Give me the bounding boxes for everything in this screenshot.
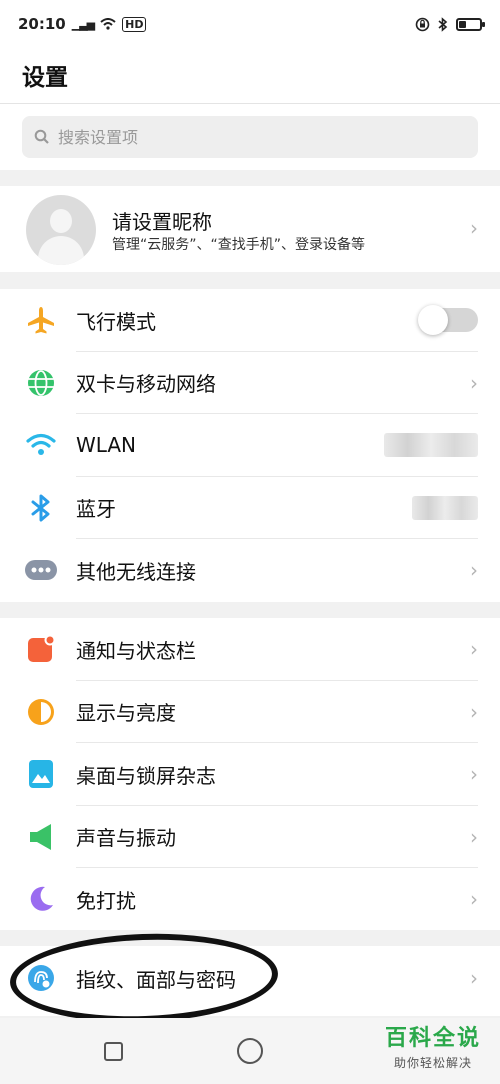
chevron-right-icon: › (470, 887, 478, 912)
chevron-right-icon: › (470, 762, 478, 787)
chevron-right-icon: › (470, 370, 478, 395)
airplane-icon (24, 303, 58, 337)
search-section (0, 104, 500, 170)
moon-icon (24, 882, 58, 916)
chevron-right-icon: › (470, 824, 478, 849)
status-left: 20:10 ▁▃▅ HD (18, 15, 147, 33)
settings-item-bluetooth[interactable]: 蓝牙 (0, 477, 500, 539)
settings-item-wlan[interactable]: WLAN (0, 414, 500, 477)
header: 设置 (0, 48, 500, 104)
chevron-right-icon: › (470, 637, 478, 662)
lock-rotation-icon (415, 17, 430, 31)
bluetooth-device-redacted (412, 495, 478, 520)
settings-item-do-not-disturb[interactable]: 免打扰 › (0, 868, 500, 931)
settings-item-label: 其他无线连接 (76, 559, 196, 584)
more-dots-icon (24, 553, 58, 587)
wifi-status-icon (100, 18, 116, 30)
speaker-icon (24, 820, 58, 854)
settings-item-label: 桌面与锁屏杂志 (76, 763, 216, 788)
brightness-icon (24, 695, 58, 729)
wifi-icon (24, 428, 58, 462)
chevron-right-icon: › (470, 966, 478, 990)
chevron-right-icon: › (470, 558, 478, 583)
connectivity-group: 飞行模式 双卡与移动网络 › WLAN 蓝牙 其他无线连接 › (0, 289, 500, 602)
avatar[interactable] (26, 195, 96, 265)
bluetooth-status-icon (438, 16, 448, 32)
search-input[interactable] (58, 127, 438, 147)
search-icon (34, 129, 49, 144)
watermark-title: 百科全说 (384, 1026, 481, 1051)
page-title: 设置 (22, 65, 68, 91)
settings-item-label: 双卡与移动网络 (76, 372, 216, 397)
settings-item-other-wireless[interactable]: 其他无线连接 › (0, 539, 500, 602)
wlan-network-name-redacted (384, 433, 478, 458)
status-time: 20:10 (18, 15, 66, 33)
settings-item-label: 飞行模式 (76, 309, 156, 334)
profile-card[interactable]: 请设置昵称 管理“云服务”、“查找手机”、登录设备等 › (0, 186, 500, 272)
status-right (415, 16, 485, 32)
chevron-right-icon: › (470, 216, 478, 240)
home-button[interactable] (237, 1038, 263, 1064)
airplane-mode-toggle[interactable] (418, 305, 478, 336)
wallpaper-icon (24, 757, 58, 791)
settings-item-notifications[interactable]: 通知与状态栏 › (0, 618, 500, 681)
settings-item-label: WLAN (76, 433, 137, 458)
globe-icon (24, 366, 58, 400)
search-bar[interactable] (22, 116, 478, 158)
settings-item-label: 蓝牙 (76, 497, 116, 522)
chevron-right-icon: › (470, 699, 478, 724)
display-group: 通知与状态栏 › 显示与亮度 › 桌面与锁屏杂志 › 声音与振动 › 免打扰 › (0, 618, 500, 930)
settings-item-display[interactable]: 显示与亮度 › (0, 681, 500, 743)
watermark-logo: 百科全说 助你轻松解决 (374, 1020, 492, 1076)
watermark-subtitle: 助你轻松解决 (393, 1056, 472, 1070)
settings-item-label: 免打扰 (76, 888, 136, 913)
battery-icon (456, 17, 485, 31)
settings-item-wallpaper[interactable]: 桌面与锁屏杂志 › (0, 743, 500, 806)
hd-badge: HD (122, 16, 147, 32)
settings-item-airplane-mode[interactable]: 飞行模式 (0, 289, 500, 352)
settings-item-label: 通知与状态栏 (76, 638, 196, 663)
settings-item-sound[interactable]: 声音与振动 › (0, 806, 500, 868)
settings-item-dual-sim[interactable]: 双卡与移动网络 › (0, 352, 500, 414)
settings-item-label: 声音与振动 (76, 826, 176, 851)
profile-name: 请设置昵称 (112, 210, 212, 234)
settings-item-label: 显示与亮度 (76, 701, 176, 726)
notification-icon (24, 632, 58, 666)
signal-icon: ▁▃▅ (71, 17, 95, 31)
status-bar: 20:10 ▁▃▅ HD (0, 0, 500, 48)
bluetooth-icon (24, 491, 58, 525)
recent-apps-button[interactable] (104, 1042, 123, 1061)
profile-subtitle: 管理“云服务”、“查找手机”、登录设备等 (112, 237, 366, 253)
